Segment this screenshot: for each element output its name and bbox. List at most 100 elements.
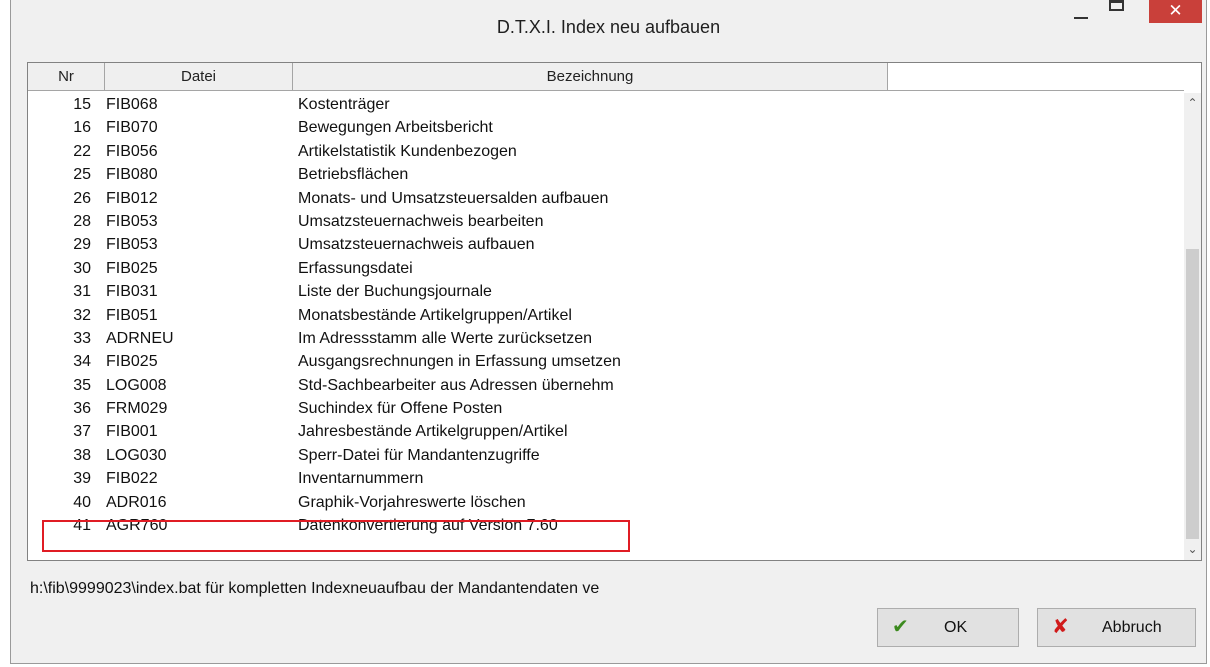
row-datei: FRM029 [106, 400, 168, 418]
ok-button-label: OK [944, 619, 968, 636]
row-nr: 26 [73, 189, 91, 207]
row-datei: FIB012 [106, 189, 158, 207]
scroll-down-icon[interactable]: ⌄ [1184, 541, 1201, 558]
row-datei: FIB053 [106, 236, 158, 254]
row-bezeichnung: Inventarnummern [298, 470, 424, 488]
close-icon: ✕ [1168, 1, 1183, 20]
x-icon: ✘ [1052, 616, 1069, 638]
list-row[interactable]: 15 FIB068 Kostenträger [28, 94, 1184, 117]
row-datei: FIB070 [106, 119, 158, 137]
list-row[interactable]: 25 FIB080 Betriebsflächen [28, 164, 1184, 187]
scroll-up-icon[interactable]: ⌃ [1184, 95, 1201, 112]
row-bezeichnung: Suchindex für Offene Posten [298, 400, 503, 418]
row-nr: 39 [73, 470, 91, 488]
row-nr: 36 [73, 400, 91, 418]
list-header: Nr Datei Bezeichnung [28, 63, 1184, 93]
minimize-button[interactable] [1074, 17, 1088, 19]
list-row[interactable]: 32 FIB051 Monatsbestände Artikelgruppen/Ar… [28, 305, 1184, 328]
row-nr: 41 [73, 517, 91, 535]
row-bezeichnung: Kostenträger [298, 96, 390, 113]
row-bezeichnung: Im Adressstamm alle Werte zurücksetzen [298, 329, 593, 347]
maximize-button[interactable] [1109, 0, 1124, 11]
column-header-bezeichnung[interactable]: Bezeichnung [293, 63, 888, 91]
row-nr: 30 [73, 259, 91, 277]
ok-button[interactable]: ✔ OK [877, 608, 1019, 647]
list-row[interactable]: 34 FIB025 Ausgangsrechnungen in Erfassung … [28, 351, 1184, 374]
window-title: D.T.X.I. Index neu aufbauen [496, 17, 721, 37]
list-row[interactable]: 30 FIB025 Erfassungsdatei [28, 258, 1184, 281]
row-bezeichnung: Monatsbestände Artikelgruppen/Artikel [298, 306, 572, 324]
row-bezeichnung: Umsatzsteuernachweis aufbauen [298, 236, 535, 254]
row-datei: FIB001 [106, 423, 158, 441]
list-row[interactable]: 26 FIB012 Monats- und Umsatzsteuersalden a… [28, 188, 1184, 211]
row-datei: FIB080 [106, 166, 158, 184]
row-nr: 38 [73, 446, 91, 464]
list-row[interactable]: 29 FIB053 Umsatzsteuernachweis aufbauen [28, 234, 1184, 257]
checkmark-icon: ✔ [892, 616, 909, 638]
list-row[interactable]: 22 FIB056 Artikelstatistik Kundenbezogen [28, 141, 1184, 164]
row-bezeichnung: Sperr-Datei für Mandantenzugriffe [298, 446, 540, 464]
column-header-nr[interactable]: Nr [28, 63, 105, 91]
list-row[interactable]: 31 FIB031 Liste der Buchungsjournale [28, 281, 1184, 304]
list-row[interactable]: 41 AGR760 Datenkonvertierung auf Version 7… [28, 515, 1184, 538]
row-bezeichnung: Umsatzsteuernachweis bearbeiten [298, 212, 544, 230]
row-nr: 15 [73, 96, 91, 113]
row-bezeichnung: Liste der Buchungsjournale [298, 283, 492, 301]
row-bezeichnung: Graphik-Vorjahreswerte löschen [298, 493, 526, 511]
row-nr: 28 [73, 212, 91, 230]
list-row[interactable]: 35 LOG008 Std-Sachbearbeiter aus Adressen … [28, 375, 1184, 398]
row-datei: FIB031 [106, 283, 158, 301]
row-datei: ADRNEU [106, 329, 174, 347]
row-nr: 33 [73, 329, 91, 347]
row-bezeichnung: Erfassungsdatei [298, 259, 413, 277]
row-nr: 32 [73, 306, 91, 324]
row-nr: 35 [73, 376, 91, 394]
row-bezeichnung: Datenkonvertierung auf Version 7.60 [298, 517, 558, 535]
cancel-button[interactable]: ✘ Abbruch [1037, 608, 1196, 647]
title-bar[interactable]: D.T.X.I. Index neu aufbauen ✕ [11, 0, 1206, 46]
vertical-scrollbar[interactable]: ⌃ ⌄ [1184, 93, 1201, 560]
list-row[interactable]: 36 FRM029 Suchindex für Offene Posten [28, 398, 1184, 421]
row-datei: FIB051 [106, 306, 158, 324]
list-row[interactable]: 40 ADR016 Graphik-Vorjahreswerte löschen [28, 492, 1184, 515]
dialog-window: D.T.X.I. Index neu aufbauen ✕ Nr Datei B… [10, 0, 1207, 664]
cancel-button-label: Abbruch [1102, 619, 1162, 636]
list-row[interactable]: 38 LOG030 Sperr-Datei für Mandantenzugriff… [28, 445, 1184, 468]
row-datei: AGR760 [106, 517, 168, 535]
row-datei: FIB053 [106, 212, 158, 230]
list-row[interactable]: 39 FIB022 Inventarnummern [28, 468, 1184, 491]
row-bezeichnung: Std-Sachbearbeiter aus Adressen übernehm [298, 376, 614, 394]
row-datei: LOG008 [106, 376, 167, 394]
list-row[interactable]: 28 FIB053 Umsatzsteuernachweis bearbeiten [28, 211, 1184, 234]
row-bezeichnung: Jahresbestände Artikelgruppen/Artikel [298, 423, 568, 441]
row-bezeichnung: Betriebsflächen [298, 166, 409, 184]
row-datei: ADR016 [106, 493, 167, 511]
row-nr: 34 [73, 353, 91, 371]
row-bezeichnung: Ausgangsrechnungen in Erfassung umsetzen [298, 353, 621, 371]
row-datei: FIB025 [106, 259, 158, 277]
status-text: h:\fib\9999023\index.bat für kompletten … [30, 580, 600, 597]
list-row[interactable]: 33 ADRNEU Im Adressstamm alle Werte zurück… [28, 328, 1184, 351]
row-datei: FIB022 [106, 470, 158, 488]
row-nr: 37 [73, 423, 91, 441]
row-datei: FIB056 [106, 142, 158, 160]
row-nr: 16 [73, 119, 91, 137]
row-bezeichnung: Bewegungen Arbeitsbericht [298, 119, 493, 137]
row-bezeichnung: Monats- und Umsatzsteuersalden aufbauen [298, 189, 609, 207]
row-nr: 25 [73, 166, 91, 184]
row-bezeichnung: Artikelstatistik Kundenbezogen [298, 142, 517, 160]
close-button[interactable]: ✕ [1149, 0, 1202, 23]
row-nr: 22 [73, 142, 91, 160]
list-row[interactable]: 37 FIB001 Jahresbestände Artikelgruppen/Ar… [28, 421, 1184, 444]
row-nr: 40 [73, 493, 91, 511]
row-datei: LOG030 [106, 446, 167, 464]
row-nr: 31 [73, 283, 91, 301]
index-list[interactable]: Nr Datei Bezeichnung 15 FIB068 Kostenträge… [27, 62, 1202, 561]
header-filler [888, 63, 1184, 91]
row-datei: FIB068 [106, 96, 158, 113]
scrollbar-thumb[interactable] [1186, 249, 1199, 539]
column-header-datei[interactable]: Datei [105, 63, 293, 91]
row-nr: 29 [73, 236, 91, 254]
list-row[interactable]: 16 FIB070 Bewegungen Arbeitsbericht [28, 117, 1184, 140]
row-datei: FIB025 [106, 353, 158, 371]
